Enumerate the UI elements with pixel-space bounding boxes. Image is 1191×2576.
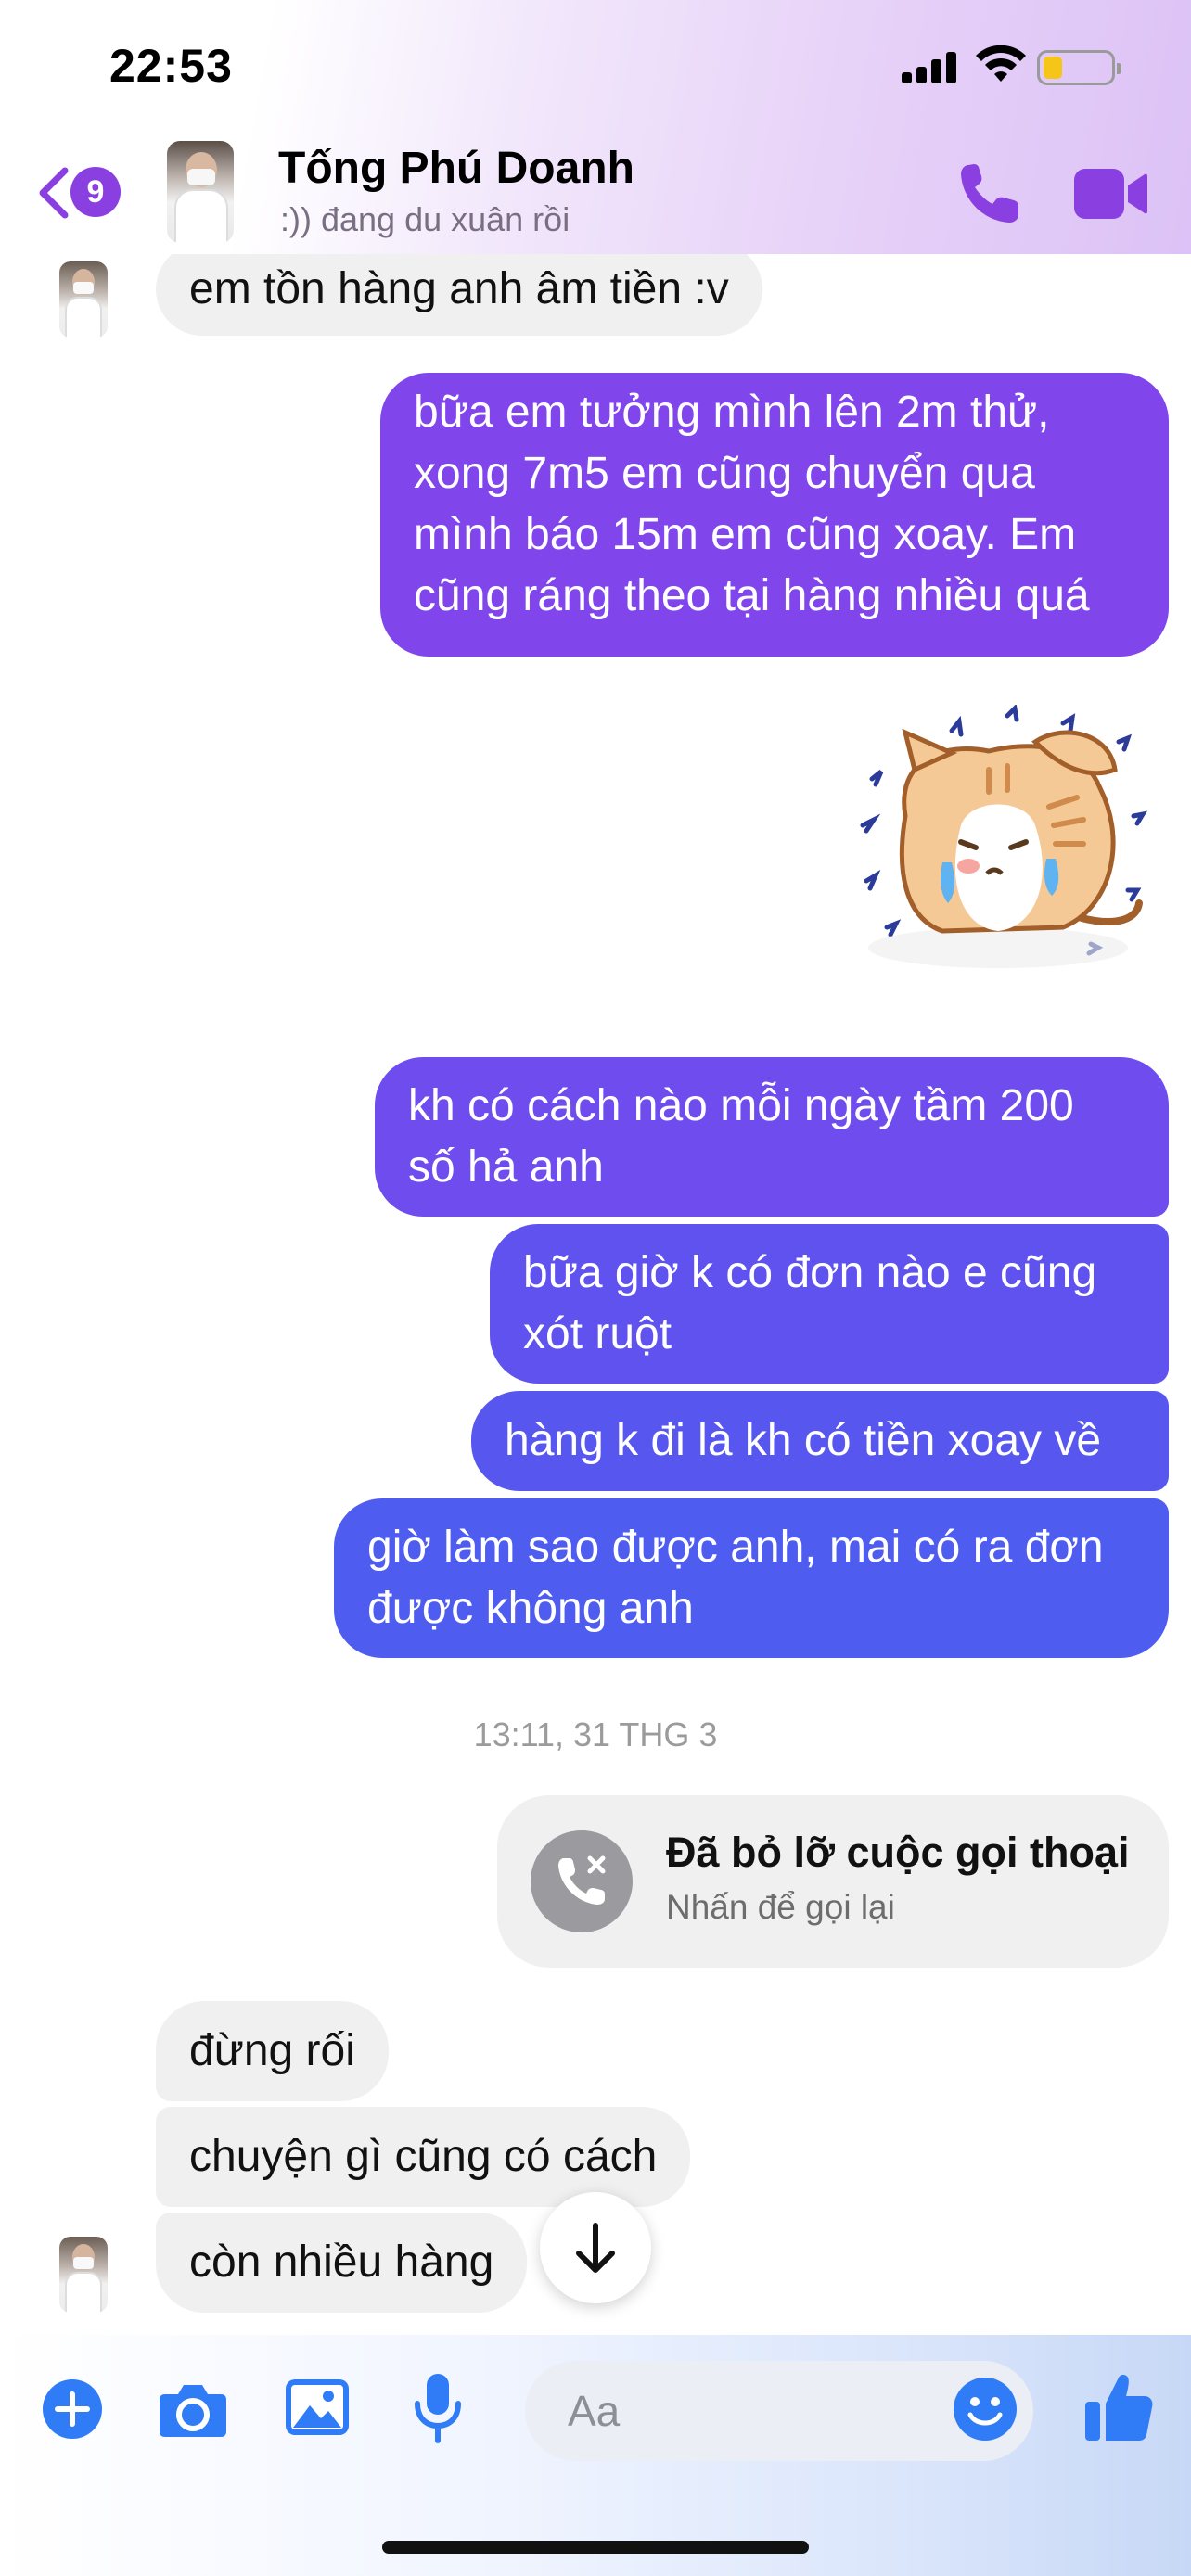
status-time: 22:53 xyxy=(109,40,233,92)
back-chevron-icon xyxy=(39,167,69,219)
missed-call-card[interactable]: Đã bỏ lỡ cuộc gọi thoại Nhấn để gọi lại xyxy=(497,1795,1169,1968)
unread-badge: 9 xyxy=(70,167,121,217)
phone-icon[interactable] xyxy=(955,159,1024,228)
arrow-down-icon xyxy=(576,2223,615,2273)
plus-icon[interactable] xyxy=(41,2378,104,2441)
contact-status: :)) đang du xuân rồi xyxy=(280,200,570,238)
battery-icon xyxy=(1037,50,1121,85)
conversation-header: 9 Tống Phú Doanh :)) đang du xuân rồi xyxy=(0,139,1191,254)
wifi-icon xyxy=(976,45,1026,82)
camera-icon[interactable] xyxy=(158,2378,228,2441)
microphone-icon[interactable] xyxy=(410,2372,466,2444)
message-list[interactable]: em tồn hàng anh âm tiền :v bữa em tưởng … xyxy=(0,254,1191,2335)
message-input[interactable] xyxy=(568,2379,874,2442)
missed-call-subtitle: Nhấn để gọi lại xyxy=(666,1888,895,1926)
crying-cat-sticker[interactable] xyxy=(850,705,1156,992)
missed-call-icon xyxy=(531,1830,633,1932)
home-indicator xyxy=(382,2541,809,2554)
scroll-to-bottom-button[interactable] xyxy=(540,2192,651,2303)
cellular-signal-icon xyxy=(902,52,959,83)
image-icon[interactable] xyxy=(284,2376,351,2439)
message-timestamp: 13:11, 31 THG 3 xyxy=(473,1715,718,1753)
video-camera-icon[interactable] xyxy=(1072,163,1148,224)
outgoing-message[interactable]: hàng k đi là kh có tiền xoay về xyxy=(471,1391,1169,1491)
contact-avatar[interactable] xyxy=(167,141,234,243)
emoji-icon[interactable] xyxy=(952,2376,1018,2442)
outgoing-message[interactable]: kh có cách nào mỗi ngày tầm 200 số hả an… xyxy=(375,1057,1169,1217)
back-button[interactable]: 9 xyxy=(35,159,128,224)
contact-name[interactable]: Tống Phú Doanh xyxy=(278,143,634,194)
outgoing-message[interactable]: bữa giờ k có đơn nào e cũng xót ruột xyxy=(490,1224,1169,1384)
thumbs-up-icon[interactable] xyxy=(1083,2370,1154,2444)
outgoing-message[interactable]: bữa em tưởng mình lên 2m thử, xong 7m5 e… xyxy=(380,373,1169,657)
incoming-message[interactable]: còn nhiều hàng xyxy=(156,2213,528,2313)
sender-avatar xyxy=(59,2237,108,2313)
sender-avatar xyxy=(59,261,108,338)
incoming-message[interactable]: em tồn hàng anh âm tiền :v xyxy=(156,254,762,336)
outgoing-message[interactable]: giờ làm sao được anh, mai có ra đơn được… xyxy=(334,1498,1169,1658)
incoming-message[interactable]: đừng rối xyxy=(156,2001,389,2101)
missed-call-title: Đã bỏ lỡ cuộc gọi thoại xyxy=(666,1829,1130,1876)
status-bar: 22:53 xyxy=(0,0,1191,130)
